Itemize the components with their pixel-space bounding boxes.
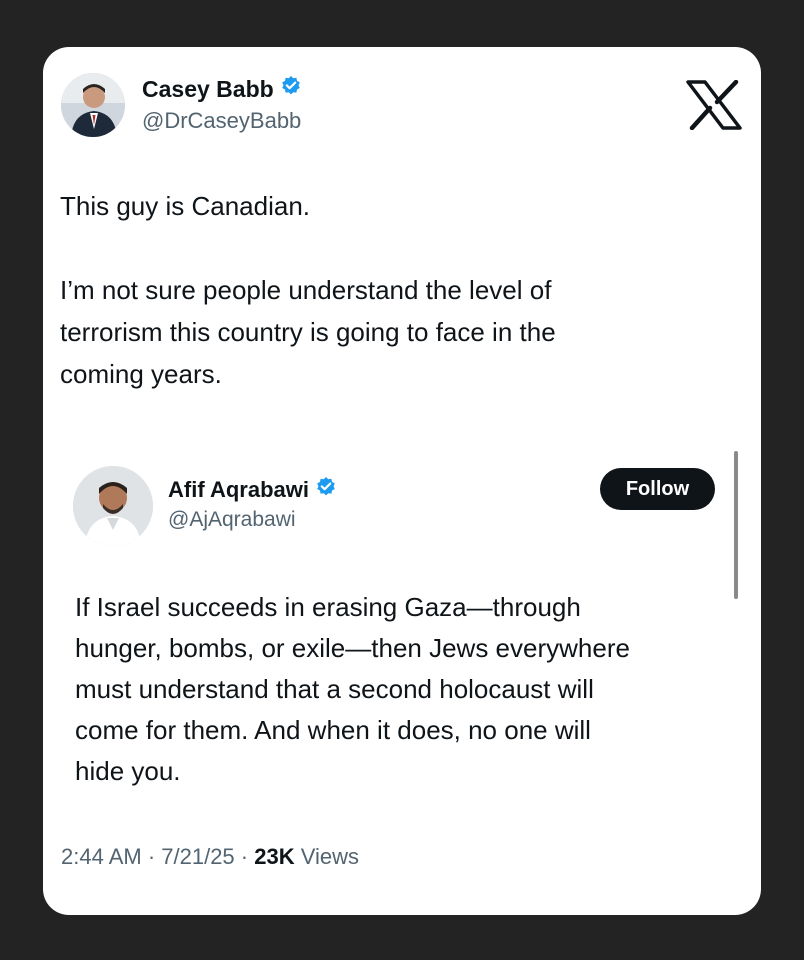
embedded-verified-badge-icon bbox=[315, 476, 337, 504]
tweet-card: Casey Babb @DrCaseyBabb This guy is Cana… bbox=[43, 47, 761, 915]
scrollbar[interactable] bbox=[734, 451, 738, 599]
tweet-text-body: I’m not sure people understand the level… bbox=[60, 275, 556, 389]
author-avatar[interactable] bbox=[61, 73, 125, 137]
views-count: 23K bbox=[254, 844, 295, 869]
embedded-author-name[interactable]: Afif Aqrabawi bbox=[168, 475, 337, 505]
tweet-text-line1: This guy is Canadian. bbox=[60, 191, 311, 221]
x-logo-icon bbox=[686, 79, 742, 131]
tweet-meta: 2:44 AM · 7/21/25 · 23K Views bbox=[61, 844, 359, 870]
tweet-timestamp[interactable]: 2:44 AM · 7/21/25 · bbox=[61, 844, 254, 869]
embedded-tweet-text: If Israel succeeds in erasing Gaza—throu… bbox=[75, 592, 630, 786]
author-avatar-image bbox=[61, 73, 125, 137]
embedded-author-avatar-image bbox=[73, 466, 153, 546]
embedded-author-handle[interactable]: @AjAqrabawi bbox=[168, 508, 296, 532]
views-label: Views bbox=[294, 844, 359, 869]
verified-badge-icon bbox=[280, 75, 302, 103]
follow-button[interactable]: Follow bbox=[600, 468, 715, 510]
author-name-text: Casey Babb bbox=[142, 75, 274, 102]
author-name[interactable]: Casey Babb bbox=[142, 74, 302, 104]
embedded-author-name-text: Afif Aqrabawi bbox=[168, 477, 309, 502]
author-handle[interactable]: @DrCaseyBabb bbox=[142, 108, 301, 134]
embedded-author-avatar[interactable] bbox=[73, 466, 153, 546]
